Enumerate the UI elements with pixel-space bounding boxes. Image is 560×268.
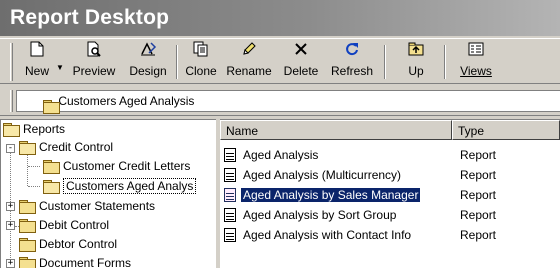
- views-button[interactable]: Views: [454, 41, 498, 83]
- expand-toggle[interactable]: +: [6, 221, 15, 230]
- toolbar-grip[interactable]: [10, 43, 13, 81]
- views-icon: [454, 41, 498, 63]
- preview-button[interactable]: Preview: [68, 41, 120, 83]
- toolbar-separator: [444, 45, 446, 79]
- tree-item-debit-control[interactable]: Debit Control: [19, 217, 109, 234]
- list-item[interactable]: Aged Analysis (Multicurrency) Report: [224, 166, 554, 185]
- toolbar: New ▼ Preview Design Clone Rename Delete: [0, 38, 560, 84]
- list-item[interactable]: Aged Analysis Report: [224, 146, 554, 165]
- toolbar-separator: [384, 45, 386, 79]
- tree-connector: [28, 186, 40, 187]
- refresh-icon: [328, 41, 376, 63]
- report-document-icon: [224, 167, 236, 182]
- address-bar: Customers Aged Analysis: [0, 86, 560, 116]
- folder-open-icon: [43, 179, 60, 194]
- clone-icon: [181, 41, 221, 63]
- report-list[interactable]: Name Type Aged Analysis Report Aged Anal…: [220, 119, 560, 268]
- folder-tree[interactable]: Reports - Credit Control Customer Credit…: [0, 119, 216, 268]
- delete-x-icon: [278, 41, 324, 63]
- folder-icon: [19, 237, 36, 252]
- report-document-icon: [224, 187, 236, 202]
- folder-icon: [19, 256, 36, 268]
- refresh-button[interactable]: Refresh: [328, 41, 376, 83]
- report-document-icon: [224, 207, 236, 222]
- folder-icon: [19, 218, 36, 233]
- address-field[interactable]: Customers Aged Analysis: [16, 90, 560, 114]
- folder-open-icon: [19, 140, 36, 155]
- new-dropdown-arrow-icon[interactable]: ▼: [56, 63, 64, 72]
- rename-pencil-icon: [224, 41, 274, 63]
- folder-icon: [19, 199, 36, 214]
- window-title: Report Desktop: [0, 0, 560, 36]
- column-header-type[interactable]: Type: [452, 120, 560, 140]
- collapse-toggle[interactable]: -: [6, 144, 15, 153]
- list-item[interactable]: Aged Analysis with Contact Info Report: [224, 226, 554, 245]
- clone-button[interactable]: Clone: [181, 41, 221, 83]
- tree-item-customer-credit-letters[interactable]: Customer Credit Letters: [43, 158, 190, 175]
- design-button[interactable]: Design: [124, 41, 172, 83]
- new-button[interactable]: New: [18, 41, 56, 83]
- report-document-icon: [224, 147, 236, 162]
- tree-item-reports[interactable]: Reports: [3, 121, 65, 138]
- address-bar-grip[interactable]: [10, 90, 13, 112]
- expand-toggle[interactable]: +: [6, 202, 15, 211]
- expand-toggle[interactable]: +: [6, 259, 15, 268]
- folder-icon: [43, 99, 60, 114]
- tree-item-credit-control[interactable]: Credit Control: [19, 139, 113, 156]
- list-header: Name Type: [220, 120, 560, 140]
- tree-item-customers-aged-analysis[interactable]: Customers Aged Analys: [43, 178, 197, 195]
- delete-button[interactable]: Delete: [278, 41, 324, 83]
- folder-icon: [43, 159, 60, 174]
- list-item-selected[interactable]: Aged Analysis by Sales Manager Report: [224, 186, 554, 205]
- report-document-icon: [224, 227, 236, 242]
- address-path: Customers Aged Analysis: [58, 94, 195, 108]
- rename-button[interactable]: Rename: [224, 41, 274, 83]
- preview-icon: [68, 41, 120, 63]
- tree-item-document-forms[interactable]: Document Forms: [19, 255, 131, 268]
- tree-connector: [28, 166, 40, 167]
- folder-open-icon: [3, 122, 20, 137]
- tree-item-debtor-control[interactable]: Debtor Control: [19, 236, 117, 253]
- tree-item-customer-statements[interactable]: Customer Statements: [19, 198, 155, 215]
- list-item[interactable]: Aged Analysis by Sort Group Report: [224, 206, 554, 225]
- new-document-icon: [18, 41, 56, 63]
- toolbar-separator: [176, 45, 178, 79]
- design-icon: [124, 41, 172, 63]
- up-button[interactable]: Up: [398, 41, 434, 83]
- column-header-name[interactable]: Name: [220, 120, 452, 140]
- up-folder-icon: [398, 41, 434, 63]
